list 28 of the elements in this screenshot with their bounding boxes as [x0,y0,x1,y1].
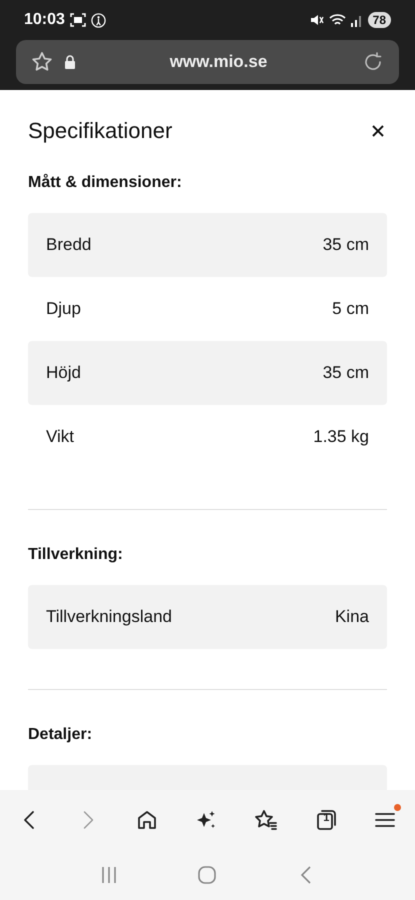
mute-icon [310,13,324,27]
spec-label: Bredd [46,235,92,255]
tabs-icon [314,808,338,832]
star-list-icon [253,808,280,832]
spec-value: 35 cm [322,363,369,383]
spec-label: Djup [46,299,81,319]
rounded-square-icon [196,864,218,886]
spec-value: Kina [334,607,369,627]
screenshot-icon [70,13,86,27]
spec-value: 35 cm [322,235,369,255]
section-heading: Tillverkning: [28,546,124,564]
lock-icon [64,55,76,69]
spec-value: 5 cm [332,299,369,319]
panel-title: Specifikationer [28,118,172,144]
address-bar[interactable]: www.mio.se [16,40,399,84]
url-text: www.mio.se [168,52,268,72]
forward-icon [82,811,94,829]
section-heading: Mått & dimensioner: [28,174,183,192]
signal-icon [350,13,363,27]
spec-value: 1.35 kg [313,427,369,447]
accessibility-icon [90,12,106,28]
spec-label: Höjd [46,363,81,383]
spec-label: Vikt [46,427,74,447]
spec-label: Tillverkningsland [46,607,172,627]
battery-level: 78 [368,12,391,28]
clock: 10:03 [24,11,65,29]
wifi-icon [328,13,346,27]
section-heading: Detaljer: [28,726,94,744]
